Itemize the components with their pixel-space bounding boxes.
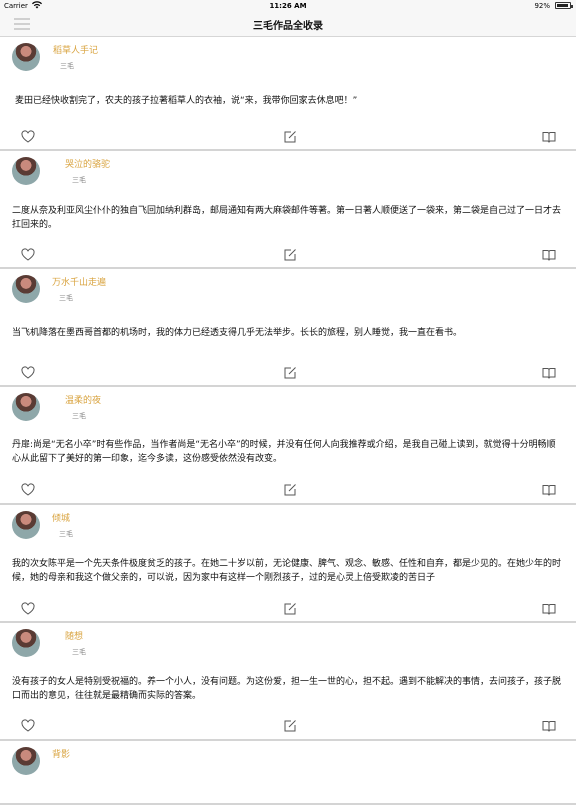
- comment-icon[interactable]: [283, 248, 297, 262]
- author-name: 三毛: [72, 412, 86, 420]
- work-card[interactable]: 万水千山走遍三毛当飞机降落在墨西哥首都的机场时，我的体力已经透支得几乎无法举步。…: [0, 269, 576, 387]
- work-card[interactable]: 倾城三毛我的次女陈平是一个先天条件极度贫乏的孩子。在她二十岁以前，无论健康、脾气…: [0, 505, 576, 623]
- avatar: [12, 747, 40, 775]
- author-name: 三毛: [72, 176, 86, 184]
- battery-fill: [557, 4, 569, 7]
- battery-percent: 92%: [534, 2, 550, 10]
- page-title: 三毛作品全收录: [253, 21, 323, 32]
- card-actions: [0, 366, 576, 380]
- status-bar: Carrier 11:26 AM 92%: [0, 0, 576, 12]
- avatar: [12, 511, 40, 539]
- avatar: [12, 157, 40, 185]
- comment-icon[interactable]: [283, 366, 297, 380]
- work-title[interactable]: 万水千山走遍: [52, 275, 106, 288]
- comment-icon[interactable]: [283, 483, 297, 497]
- work-title[interactable]: 背影: [52, 747, 70, 760]
- read-icon[interactable]: [542, 719, 556, 733]
- avatar: [12, 43, 40, 71]
- work-card[interactable]: 温柔的夜三毛丹扉:尚是“无名小卒”时有些作品，当作者尚是“无名小卒”的时候，并没…: [0, 387, 576, 505]
- read-icon[interactable]: [542, 483, 556, 497]
- comment-icon[interactable]: [283, 719, 297, 733]
- work-excerpt: 没有孩子的女人是特别受祝福的。养一个小人，没有问题。为这份爱，担一生一世的心，担…: [12, 677, 562, 701]
- like-icon[interactable]: [21, 483, 35, 497]
- avatar: [12, 275, 40, 303]
- author-name: 三毛: [72, 648, 86, 656]
- status-time: 11:26 AM: [269, 2, 307, 10]
- card-actions: [0, 248, 576, 262]
- like-icon[interactable]: [21, 366, 35, 380]
- card-actions: [0, 719, 576, 733]
- read-icon[interactable]: [542, 602, 556, 616]
- work-excerpt: 当飞机降落在墨西哥首都的机场时，我的体力已经透支得几乎无法举步。长长的旅程，别人…: [12, 328, 463, 338]
- work-excerpt: 二度从奈及利亚风尘仆仆的独自飞回加纳利群岛，邮局通知有两大麻袋邮件等著。第一日著…: [12, 206, 562, 230]
- comment-icon[interactable]: [283, 602, 297, 616]
- work-title[interactable]: 随想: [65, 629, 83, 642]
- work-card[interactable]: 随想三毛没有孩子的女人是特别受祝福的。养一个小人，没有问题。为这份爱，担一生一世…: [0, 623, 576, 741]
- card-actions: [0, 602, 576, 616]
- like-icon[interactable]: [21, 130, 35, 144]
- read-icon[interactable]: [542, 366, 556, 380]
- author-name: 三毛: [60, 62, 74, 70]
- work-title[interactable]: 稻草人手记: [53, 43, 98, 56]
- work-card[interactable]: 哭泣的骆驼三毛二度从奈及利亚风尘仆仆的独自飞回加纳利群岛，邮局通知有两大麻袋邮件…: [0, 151, 576, 269]
- like-icon[interactable]: [21, 602, 35, 616]
- work-card[interactable]: 背影: [0, 741, 576, 805]
- read-icon[interactable]: [542, 248, 556, 262]
- like-icon[interactable]: [21, 719, 35, 733]
- card-actions: [0, 130, 576, 144]
- work-excerpt: 丹扉:尚是“无名小卒”时有些作品，当作者尚是“无名小卒”的时候，并没有任何人向我…: [12, 440, 556, 464]
- work-card[interactable]: 稻草人手记三毛麦田已经快收割完了，农夫的孩子拉著稻草人的衣袖，说“来，我带你回家…: [0, 37, 576, 151]
- card-actions: [0, 483, 576, 497]
- battery-icon: [555, 2, 573, 9]
- work-title[interactable]: 哭泣的骆驼: [65, 157, 110, 170]
- comment-icon[interactable]: [283, 130, 297, 144]
- like-icon[interactable]: [21, 248, 35, 262]
- avatar: [12, 393, 40, 421]
- work-excerpt: 麦田已经快收割完了，农夫的孩子拉著稻草人的衣袖，说“来，我带你回家去休息吧！”: [15, 96, 358, 106]
- work-excerpt: 我的次女陈平是一个先天条件极度贫乏的孩子。在她二十岁以前，无论健康、脾气、观念、…: [12, 559, 562, 583]
- work-title[interactable]: 倾城: [52, 511, 70, 524]
- author-name: 三毛: [59, 530, 73, 538]
- navigation-bar: 三毛作品全收录: [0, 12, 576, 37]
- author-name: 三毛: [59, 294, 73, 302]
- avatar: [12, 629, 40, 657]
- work-title[interactable]: 温柔的夜: [65, 393, 101, 406]
- read-icon[interactable]: [542, 130, 556, 144]
